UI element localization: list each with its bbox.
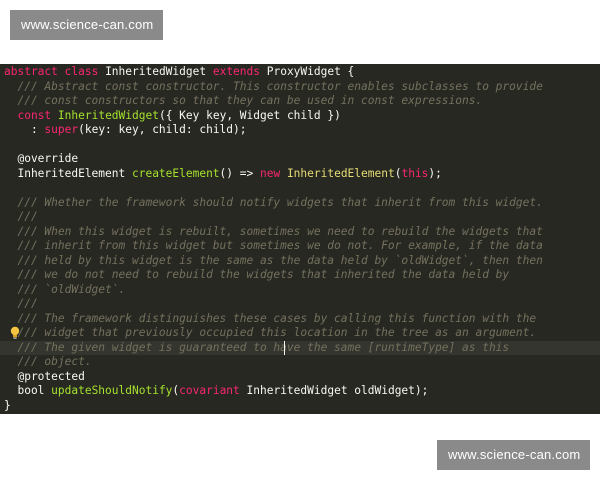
code-token: ({ Key key, Widget child }) [158,108,341,122]
code-token: bool [4,384,52,397]
watermark-bottom: www.science-can.com [437,440,590,470]
code-token: /// inherit from this widget but sometim… [4,239,543,252]
code-token: } [4,398,11,412]
code-line[interactable]: /// widget that previously occupied this… [0,326,600,341]
code-line[interactable]: bool updateShouldNotify(covariant Inheri… [0,384,600,399]
watermark-top: www.science-can.com [10,10,163,40]
code-token: covariant [179,384,240,397]
code-token: abstract [4,65,58,78]
code-token: /// When this widget is rebuilt, sometim… [4,224,543,238]
code-token: @override [4,152,79,165]
code-token: /// [4,210,38,223]
code-token: /// object. [4,355,92,368]
code-line[interactable]: /// [0,210,600,225]
code-token: super [44,123,79,136]
code-token: ProxyWidget { [260,65,355,78]
code-token: /// widget that previously occupied this… [4,326,537,339]
code-line[interactable]: /// Whether the framework should notify … [0,196,600,211]
code-line[interactable]: /// Abstract const constructor. This con… [0,80,600,95]
code-line[interactable]: @override [0,152,600,167]
code-line[interactable]: @protected [0,370,600,385]
code-line[interactable]: /// we do not need to rebuild the widget… [0,268,600,283]
code-token: /// Abstract const constructor. This con… [4,79,543,93]
code-line[interactable]: /// The given widget is guaranteed to ha… [0,340,600,355]
code-token: InheritedWidget [98,65,213,78]
code-token: /// held by this widget is the same as t… [4,253,543,267]
code-line[interactable]: abstract class InheritedWidget extends P… [0,65,600,80]
code-token: /// we do not need to rebuild the widget… [4,268,510,281]
code-token: () => [219,166,260,180]
code-token: InheritedWidget [57,108,159,122]
code-token: ); [428,166,442,180]
code-token: const [17,108,52,122]
code-line[interactable]: InheritedElement createElement() => new … [0,167,600,182]
code-token: /// The framework distinguishes these ca… [4,311,537,325]
code-line[interactable]: /// `oldWidget`. [0,283,600,298]
code-line[interactable]: /// [0,297,600,312]
code-line[interactable]: /// held by this widget is the same as t… [0,254,600,269]
code-line[interactable] [0,181,600,196]
code-line[interactable]: /// inherit from this widget but sometim… [0,239,600,254]
code-token: new [259,166,281,180]
code-token: (key: key, child: child); [78,123,247,136]
code-line[interactable]: } [0,399,600,414]
code-content[interactable]: abstract class InheritedWidget extends P… [0,65,600,413]
code-line[interactable]: /// When this widget is rebuilt, sometim… [0,225,600,240]
code-token: InheritedElement [286,166,395,180]
code-token: class [64,65,99,78]
code-token: extends [212,65,260,78]
code-token: this [401,166,429,180]
code-token: @protected [4,369,85,383]
text-cursor [284,341,285,355]
code-line[interactable]: : super(key: key, child: child); [0,123,600,138]
code-token: InheritedElement [4,166,132,180]
code-token: /// [4,297,38,310]
code-token: /// `oldWidget`. [4,282,126,296]
screenshot-page: www.science-can.com abstract class Inher… [0,0,600,480]
code-line[interactable]: /// The framework distinguishes these ca… [0,312,600,327]
lightbulb-icon[interactable] [9,326,21,340]
code-token: updateShouldNotify [51,384,173,397]
code-token: createElement [131,166,220,180]
code-token: /// The given widget is guaranteed to ha… [4,340,510,354]
code-token: /// Whether the framework should notify … [4,195,543,209]
code-editor[interactable]: abstract class InheritedWidget extends P… [0,64,600,414]
code-token: : [4,123,45,136]
code-token: InheritedWidget oldWidget); [239,384,429,397]
code-token: /// const constructors so that they can … [4,94,483,107]
code-line[interactable] [0,138,600,153]
code-line[interactable]: /// object. [0,355,600,370]
code-line[interactable]: /// const constructors so that they can … [0,94,600,109]
code-line[interactable]: const InheritedWidget({ Key key, Widget … [0,109,600,124]
